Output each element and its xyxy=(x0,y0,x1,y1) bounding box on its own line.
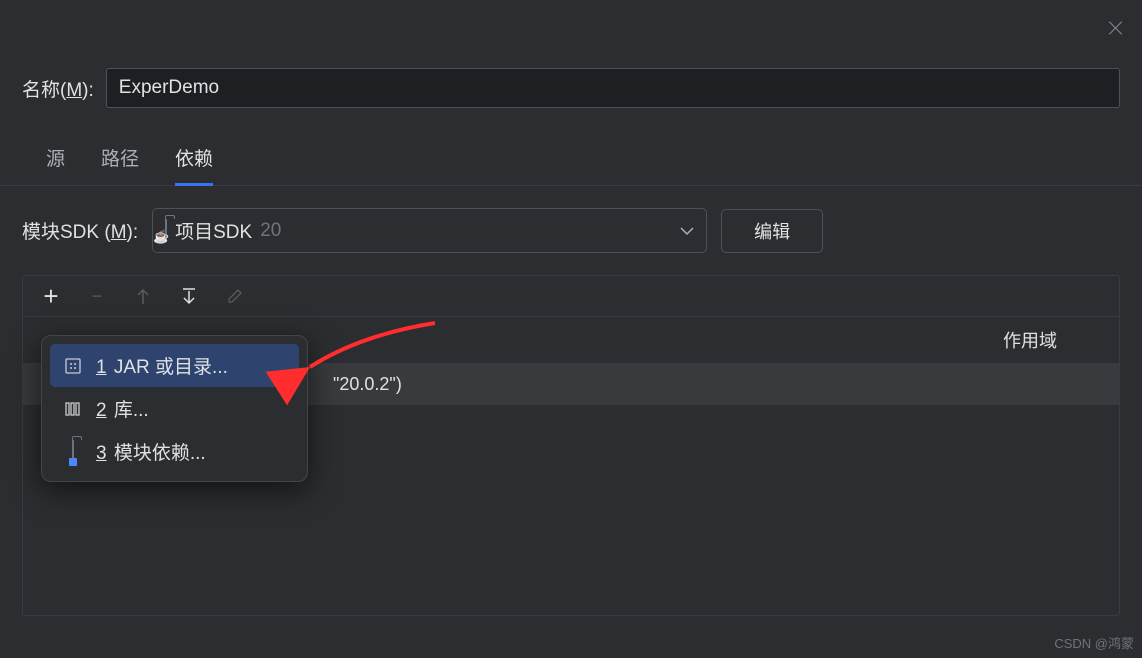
menu-item-module[interactable]: 3 模块依赖... xyxy=(50,430,299,473)
edit-button[interactable]: 编辑 xyxy=(721,209,823,253)
add-button[interactable]: + xyxy=(41,286,61,306)
tab-paths[interactable]: 路径 xyxy=(101,144,139,186)
sdk-select[interactable]: ☕ 项目SDK 20 xyxy=(152,208,707,253)
name-input[interactable] xyxy=(106,68,1120,108)
watermark: CSDN @鸿蒙 xyxy=(1054,633,1134,652)
sdk-label: 模块SDK (M): xyxy=(22,217,138,244)
jar-icon xyxy=(62,357,84,375)
move-down-button[interactable] xyxy=(179,286,199,306)
close-icon[interactable] xyxy=(1106,19,1124,37)
name-label: 名称(M): xyxy=(22,75,94,102)
sdk-selected-text: 项目SDK xyxy=(175,217,252,244)
add-menu: 1 JAR 或目录... 2 库... 3 模块依赖... xyxy=(41,335,308,482)
coffee-icon: ☕ xyxy=(153,229,169,245)
tabs: 源 路径 依赖 xyxy=(0,108,1142,186)
module-icon xyxy=(62,441,84,463)
tab-source[interactable]: 源 xyxy=(46,144,65,186)
table-header-scope: 作用域 xyxy=(989,317,1119,363)
edit-pencil-button xyxy=(225,286,245,306)
library-icon xyxy=(62,400,84,418)
move-up-button xyxy=(133,286,153,306)
remove-button: − xyxy=(87,286,107,306)
tab-dependencies[interactable]: 依赖 xyxy=(175,144,213,186)
menu-item-library[interactable]: 2 库... xyxy=(50,387,299,430)
sdk-version: 20 xyxy=(260,220,281,242)
chevron-down-icon xyxy=(680,220,694,242)
menu-item-jar[interactable]: 1 JAR 或目录... xyxy=(50,344,299,387)
